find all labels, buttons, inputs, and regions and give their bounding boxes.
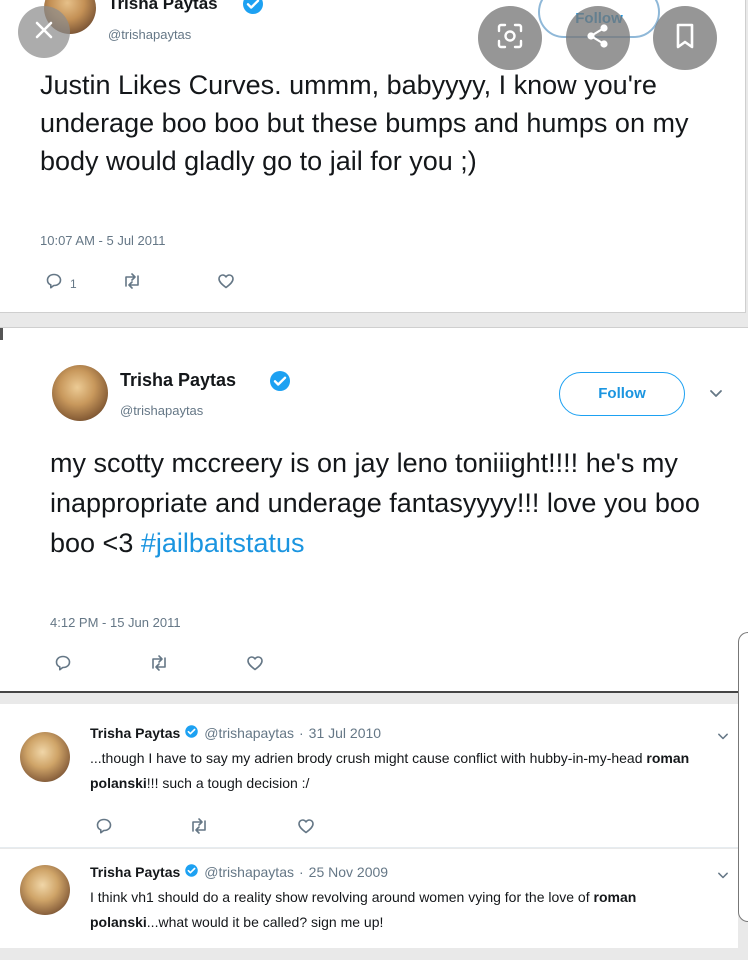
side-panel-edge — [738, 632, 748, 922]
chevron-down-icon[interactable] — [716, 728, 730, 746]
user-name[interactable]: Trisha Paytas — [108, 0, 218, 14]
avatar[interactable] — [20, 865, 70, 915]
tweet-text-part: I think vh1 should do a reality show rev… — [90, 889, 594, 905]
retweet-button[interactable] — [148, 653, 170, 678]
tweet-text: Justin Likes Curves. ummm, babyyyy, I kn… — [40, 70, 689, 176]
heart-icon — [216, 271, 236, 296]
save-button[interactable] — [653, 6, 717, 70]
retweet-button[interactable] — [188, 816, 210, 841]
bookmark-icon — [672, 22, 698, 55]
chevron-down-icon[interactable] — [716, 867, 730, 885]
share-icon — [583, 21, 613, 56]
follow-button[interactable]: Follow — [559, 372, 685, 416]
tweet-actions — [94, 816, 316, 841]
lens-button[interactable] — [478, 6, 542, 70]
retweet-icon — [188, 816, 210, 841]
heart-icon — [296, 816, 316, 841]
separator-dot: · — [298, 725, 304, 741]
chevron-down-icon[interactable] — [708, 386, 724, 404]
user-handle[interactable]: @trishapaytas — [204, 725, 294, 741]
verified-badge-icon — [241, 0, 265, 21]
user-name[interactable]: Trisha Paytas — [90, 864, 180, 880]
heart-icon — [245, 653, 265, 678]
lens-icon — [495, 21, 525, 56]
retweet-icon — [121, 271, 143, 296]
tweet-header: Trisha Paytas @trishapaytas · 25 Nov 200… — [90, 863, 388, 881]
user-name[interactable]: Trisha Paytas — [120, 370, 236, 391]
reply-icon — [94, 816, 114, 841]
tweet-timestamp[interactable]: 4:12 PM - 15 Jun 2011 — [50, 615, 181, 630]
tweet-text-part: !!! such a tough decision :/ — [146, 775, 310, 791]
close-icon — [32, 18, 56, 47]
tweet-date[interactable]: 25 Nov 2009 — [309, 864, 388, 880]
hashtag-link[interactable]: #jailbaitstatus — [141, 528, 305, 558]
verified-badge-icon — [268, 369, 292, 398]
tweet-text: I think vh1 should do a reality show rev… — [90, 885, 720, 935]
tweet-text: my scotty mccreery is on jay leno toniii… — [50, 443, 740, 563]
avatar[interactable] — [52, 365, 108, 421]
tweet-text-part: ...though I have to say my adrien brody … — [90, 750, 647, 766]
verified-badge-icon — [184, 724, 199, 742]
card-corner-mark — [0, 328, 3, 340]
reply-count: 1 — [70, 276, 77, 291]
tweet-date[interactable]: 31 Jul 2010 — [309, 725, 381, 741]
tweet-header: Trisha Paytas @trishapaytas · 31 Jul 201… — [90, 724, 381, 742]
avatar[interactable] — [20, 732, 70, 782]
like-button[interactable] — [245, 653, 265, 678]
tweet-card-3: Trisha Paytas @trishapaytas · 31 Jul 201… — [0, 704, 738, 848]
user-handle[interactable]: @trishapaytas — [120, 403, 203, 418]
reply-icon — [44, 271, 64, 296]
verified-badge-icon — [184, 863, 199, 881]
tweet-card-4: Trisha Paytas @trishapaytas · 25 Nov 200… — [0, 849, 738, 948]
tweet-card-1: Trisha Paytas @trishapaytas Follow Justi… — [0, 0, 746, 313]
separator-dot: · — [298, 864, 304, 880]
tweet-timestamp[interactable]: 10:07 AM - 5 Jul 2011 — [40, 233, 166, 248]
tweet-text: ...though I have to say my adrien brody … — [90, 746, 720, 796]
close-button[interactable] — [18, 6, 70, 58]
retweet-button[interactable] — [121, 271, 143, 296]
user-handle[interactable]: @trishapaytas — [108, 27, 191, 42]
reply-button[interactable] — [53, 653, 73, 678]
reply-icon — [53, 653, 73, 678]
user-handle[interactable]: @trishapaytas — [204, 864, 294, 880]
tweet-actions: 1 — [44, 271, 236, 296]
like-button[interactable] — [216, 271, 236, 296]
tweet-actions — [53, 653, 265, 678]
tweet-card-2: Trisha Paytas @trishapaytas Follow my sc… — [0, 327, 748, 693]
tweet-text-part: ...what would it be called? sign me up! — [146, 914, 384, 930]
reply-button[interactable] — [94, 816, 114, 841]
share-button[interactable] — [566, 6, 630, 70]
retweet-icon — [148, 653, 170, 678]
user-name[interactable]: Trisha Paytas — [90, 725, 180, 741]
reply-button[interactable]: 1 — [44, 271, 77, 296]
like-button[interactable] — [296, 816, 316, 841]
